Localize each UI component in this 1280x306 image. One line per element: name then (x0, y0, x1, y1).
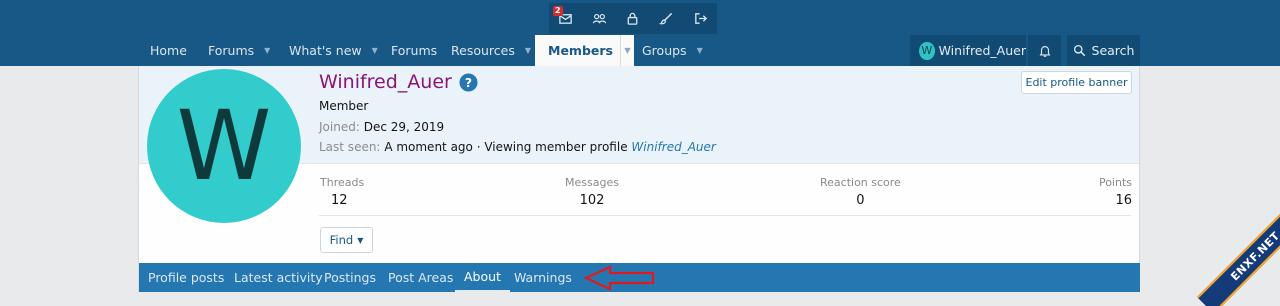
watermark-text: ENXF.NET (1227, 228, 1280, 284)
tab-postings[interactable]: Postings (324, 263, 376, 292)
nav-forums-label: Forums (208, 43, 255, 58)
joined-value: Dec 29, 2019 (363, 120, 445, 134)
profile-avatar[interactable]: W (147, 69, 301, 223)
chevron-down-icon[interactable]: ▼ (264, 46, 270, 55)
members-button[interactable] (583, 3, 617, 34)
tab-profile-posts[interactable]: Profile posts (148, 263, 224, 292)
bell-icon (1039, 45, 1050, 57)
chevron-down-icon[interactable]: ▼ (525, 46, 531, 55)
user-toolbar: 2 (549, 3, 717, 34)
inbox-button[interactable]: 2 (549, 3, 583, 34)
lock-button[interactable] (616, 3, 650, 34)
annotation-arrow (584, 265, 655, 291)
messages-label: Messages (565, 176, 619, 189)
nav-resources-label: Resources (451, 43, 515, 58)
tab-latest-activity[interactable]: Latest activity (234, 263, 323, 292)
help-icon[interactable]: ? (459, 72, 478, 92)
stat-messages[interactable]: Messages 102 (565, 176, 619, 208)
nav-forums-2[interactable]: Forums (391, 35, 437, 66)
nav-groups-label: Groups (642, 43, 687, 58)
search-label: Search (1091, 43, 1135, 58)
logout-button[interactable] (683, 3, 717, 34)
main-nav: Home Forums ▼ What's new ▼ Forums Resource… (138, 35, 1140, 66)
points-label: Points (1098, 176, 1132, 189)
edit-profile-banner-button[interactable]: Edit profile banner (1021, 71, 1132, 94)
nav-resources[interactable]: Resources ▼ (451, 35, 531, 66)
tab-post-areas[interactable]: Post Areas (388, 263, 453, 292)
nav-forums[interactable]: Forums ▼ (208, 35, 270, 66)
threads-label: Threads (320, 176, 365, 189)
account-menu[interactable]: W Winifred_Auer (910, 35, 1026, 66)
chevron-down-icon[interactable]: ▼ (697, 46, 703, 55)
tab-warnings[interactable]: Warnings (514, 263, 572, 292)
inbox-badge: 2 (553, 6, 563, 16)
threads-value: 12 (331, 193, 348, 208)
stat-threads[interactable]: Threads 12 (320, 176, 364, 208)
profile-username: Winifred_Auer ? (319, 71, 478, 93)
reaction-value: 0 (856, 193, 865, 208)
last-seen-value: A moment ago · Viewing member profile (384, 140, 628, 154)
site-header: 2 Home Forums ▼ What's new ▼ Forums Resour… (0, 0, 1280, 66)
search-button[interactable]: Search (1067, 35, 1140, 66)
stat-points[interactable]: Points 16 (1079, 176, 1132, 208)
search-icon (1073, 44, 1085, 57)
member-profile-card: Winifred_Auer ? Member Joined: Dec 29, 2… (138, 66, 1140, 292)
last-seen-label: Last seen: (319, 140, 381, 154)
nav-groups[interactable]: Groups ▼ (642, 35, 703, 66)
messages-value: 102 (579, 193, 605, 208)
find-button[interactable]: Find ▼ (320, 227, 373, 253)
svg-text:?: ? (465, 75, 472, 89)
reaction-label: Reaction score (820, 176, 901, 189)
account-name: Winifred_Auer (938, 43, 1026, 58)
stats-divider (319, 215, 1131, 216)
points-value: 16 (1115, 193, 1132, 208)
watermark-ribbon: ENXF.NET (1197, 198, 1280, 306)
nav-members[interactable]: Members ▼ (535, 35, 634, 66)
chevron-down-icon[interactable]: ▼ (372, 46, 378, 55)
last-seen-link[interactable]: Winifred_Auer (631, 140, 715, 154)
joined-row: Joined: Dec 29, 2019 (319, 120, 444, 134)
members-icon (592, 13, 607, 24)
brush-icon (659, 12, 673, 25)
nav-forums-2-label: Forums (391, 43, 438, 58)
chevron-down-icon: ▼ (357, 235, 364, 245)
stat-reaction-score[interactable]: Reaction score 0 (820, 176, 901, 208)
joined-label: Joined: (319, 120, 360, 134)
lock-icon (628, 12, 638, 25)
chevron-down-icon[interactable]: ▼ (619, 35, 634, 66)
last-seen-row: Last seen: A moment ago · Viewing member… (319, 140, 716, 154)
nav-members-label: Members (548, 43, 613, 58)
tab-about[interactable]: About (455, 263, 510, 292)
avatar: W (919, 41, 935, 60)
logout-icon (694, 13, 707, 24)
alerts-button[interactable] (1028, 35, 1061, 66)
style-button[interactable] (650, 3, 684, 34)
nav-home-label: Home (150, 43, 187, 58)
nav-whats-new[interactable]: What's new ▼ (289, 35, 378, 66)
user-title: Member (319, 99, 369, 113)
find-label: Find (329, 233, 354, 247)
username-text[interactable]: Winifred_Auer (319, 71, 452, 93)
nav-whats-new-label: What's new (289, 43, 362, 58)
nav-home[interactable]: Home (150, 35, 187, 66)
